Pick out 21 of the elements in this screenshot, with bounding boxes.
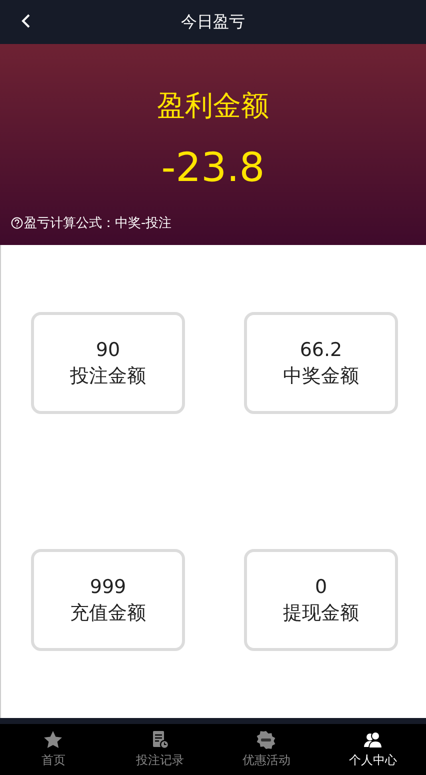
stat-label: 提现金额 (283, 601, 359, 626)
star-icon (43, 730, 64, 750)
stat-label: 投注金额 (70, 364, 146, 389)
stat-value: 999 (90, 575, 126, 600)
stat-value: 66.2 (300, 338, 342, 363)
nav-tab[interactable]: 首页 (0, 724, 106, 775)
page-title: 今日盈亏 (181, 12, 245, 32)
hot-badge-icon (256, 730, 276, 750)
nav-tab[interactable]: 个人中心 (320, 724, 426, 775)
formula-text: 盈亏计算公式：中奖-投注 (24, 215, 172, 232)
back-icon (21, 13, 31, 29)
profit-label: 盈利金额 (157, 88, 269, 124)
users-icon (362, 730, 383, 750)
help-icon (11, 217, 23, 229)
nav-tab[interactable]: 投注记录 (106, 724, 213, 775)
nav-tab[interactable]: 优惠活动 (213, 724, 320, 775)
stat-value: 90 (96, 338, 120, 363)
stat-value: 0 (314, 575, 328, 600)
profit-value: -23.8 (161, 144, 265, 192)
stat-label: 中奖金额 (283, 364, 359, 389)
stat-label: 充值金额 (70, 601, 146, 626)
